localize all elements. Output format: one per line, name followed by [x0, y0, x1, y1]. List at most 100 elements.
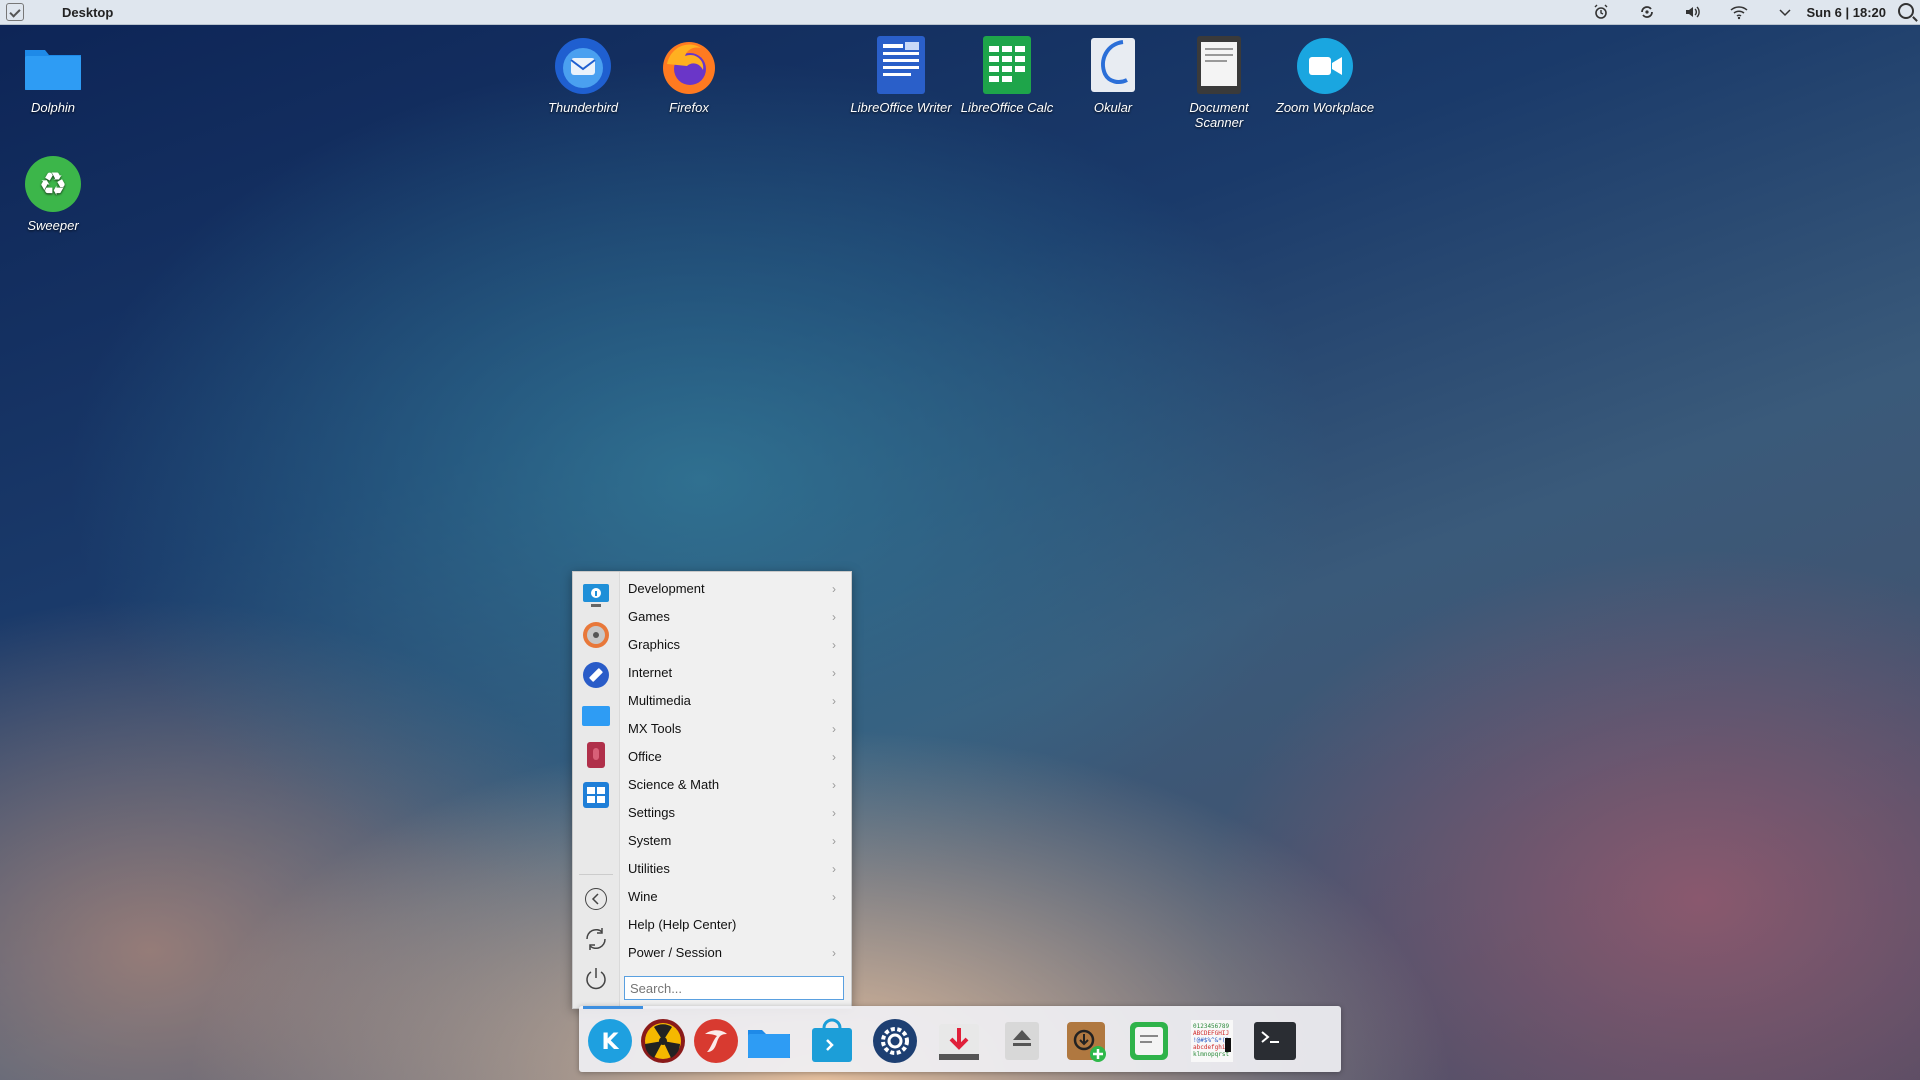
search-icon[interactable]: [1898, 3, 1914, 19]
clock[interactable]: Sun 6 | 18:20: [1806, 5, 1886, 20]
chevron-right-icon: ›: [832, 694, 836, 708]
software-center-icon[interactable]: [809, 1018, 855, 1064]
power-icon[interactable]: [581, 964, 611, 994]
chevron-right-icon: ›: [832, 946, 836, 960]
desktop-icon-label: LibreOffice Writer: [850, 100, 952, 115]
desktop-icon-label: Document Scanner: [1189, 100, 1249, 130]
app-menu-icon[interactable]: [6, 3, 24, 21]
back-icon[interactable]: [581, 884, 611, 914]
menu-item-label: Help (Help Center): [628, 917, 737, 932]
desktop-icon-label: Okular: [1093, 100, 1133, 115]
desktop-icon-dolphin[interactable]: Dolphin: [0, 36, 108, 115]
chevron-right-icon: ›: [832, 610, 836, 624]
writer-icon: [871, 36, 931, 96]
menu-item-label: MX Tools: [628, 721, 682, 736]
menu-item-label: Science & Math: [628, 777, 720, 792]
menu-item-multimedia[interactable]: Multimedia ›: [620, 687, 848, 715]
active-indicator: [583, 1006, 643, 1009]
svg-text:♻: ♻: [39, 165, 68, 203]
menu-item-wine[interactable]: Wine ›: [620, 883, 848, 911]
volume-icon[interactable]: [1682, 3, 1704, 21]
menu-item-games[interactable]: Games ›: [620, 603, 848, 631]
menu-item-office[interactable]: Office ›: [620, 743, 848, 771]
package-installer-icon[interactable]: [1063, 1018, 1109, 1064]
zoom-icon: [1295, 36, 1355, 96]
menu-item-system[interactable]: System ›: [620, 827, 848, 855]
menu-category-list: Development › Games › Graphics › Internet › …: [620, 575, 848, 967]
chevron-right-icon: ›: [832, 778, 836, 792]
menu-item-help[interactable]: Help (Help Center): [620, 911, 848, 939]
taskbar-app-icon[interactable]: [693, 1018, 739, 1064]
desktop-icon-zoom-workplace[interactable]: Zoom Workplace: [1270, 36, 1380, 115]
settings-gear-icon[interactable]: [872, 1018, 918, 1064]
svg-text:klmnopqrst: klmnopqrst: [1193, 1051, 1230, 1058]
menu-item-utilities[interactable]: Utilities ›: [620, 855, 848, 883]
menu-item-power-session[interactable]: Power / Session ›: [620, 939, 848, 967]
desktop-icon-sweeper[interactable]: ♻ Sweeper: [0, 154, 108, 233]
desktop-icon-firefox[interactable]: Firefox: [634, 36, 744, 115]
svg-text:K: K: [601, 1030, 619, 1055]
terminal-icon[interactable]: [1252, 1018, 1298, 1064]
firefox-icon: [659, 36, 719, 96]
calc-icon: [977, 36, 1037, 96]
menu-item-internet[interactable]: Internet ›: [620, 659, 848, 687]
svg-text:abcdefghij: abcdefghij: [1193, 1044, 1229, 1051]
desktop-icon-libreoffice-writer[interactable]: LibreOffice Writer: [846, 36, 956, 115]
menu-item-label: Graphics: [628, 637, 681, 652]
disc-burner-icon[interactable]: [581, 620, 611, 650]
active-window-title: Desktop: [62, 4, 114, 20]
chevron-right-icon: ›: [832, 666, 836, 680]
usb-tool-icon[interactable]: [581, 660, 611, 690]
folder-icon[interactable]: [746, 1018, 792, 1064]
chevron-right-icon: ›: [832, 834, 836, 848]
kde-menu-icon[interactable]: K: [587, 1018, 633, 1064]
downloader-icon[interactable]: [936, 1018, 982, 1064]
menu-item-label: Power / Session: [628, 945, 722, 960]
desktop-icon-label: Thunderbird: [547, 100, 619, 115]
desktop-icon-libreoffice-calc[interactable]: LibreOffice Calc: [952, 36, 1062, 115]
menu-search-input[interactable]: [624, 976, 844, 1000]
scanner-icon: [1189, 36, 1249, 96]
menu-item-label: Settings: [628, 805, 675, 820]
chevron-right-icon: ›: [832, 862, 836, 876]
wifi-icon[interactable]: [1728, 3, 1750, 21]
svg-text:!@#$%^&*(): !@#$%^&*(): [1193, 1037, 1229, 1044]
folder-icon: [23, 36, 83, 96]
desktop-icon-label: Firefox: [669, 100, 709, 115]
system-info-icon[interactable]: [581, 580, 611, 610]
thunderbird-icon: [553, 36, 613, 96]
desktop-icon-document-scanner[interactable]: Document Scanner: [1164, 36, 1274, 130]
menu-favorites-rail: [573, 572, 620, 1008]
desktop-icon-label: Dolphin: [30, 100, 76, 115]
chevron-right-icon: ›: [832, 582, 836, 596]
menu-item-label: Internet: [628, 665, 673, 680]
desktop-icon-label: LibreOffice Calc: [960, 100, 1054, 115]
desktop-icon-okular[interactable]: Okular: [1058, 36, 1168, 115]
notes-icon[interactable]: [1126, 1018, 1172, 1064]
menu-item-label: Utilities: [628, 861, 670, 876]
radiation-icon[interactable]: [640, 1018, 686, 1064]
okular-icon: [1083, 36, 1143, 96]
sync-icon[interactable]: [1636, 3, 1658, 21]
menu-item-mx-tools[interactable]: MX Tools ›: [620, 715, 848, 743]
menu-item-graphics[interactable]: Graphics ›: [620, 631, 848, 659]
chevron-right-icon: ›: [832, 890, 836, 904]
refresh-icon[interactable]: [581, 924, 611, 954]
menu-item-science-math[interactable]: Science & Math ›: [620, 771, 848, 799]
chevron-right-icon: ›: [832, 806, 836, 820]
menu-item-settings[interactable]: Settings ›: [620, 799, 848, 827]
eject-icon[interactable]: [999, 1018, 1045, 1064]
recycle-icon: ♻: [23, 154, 83, 214]
chevron-down-icon[interactable]: [1774, 3, 1796, 21]
system-tray: Sun 6 | 18:20: [1566, 0, 1920, 24]
desktop-icon-thunderbird[interactable]: Thunderbird: [528, 36, 638, 115]
application-menu: Development › Games › Graphics › Internet › …: [572, 571, 852, 1009]
folder-icon[interactable]: [581, 700, 611, 730]
alarm-icon[interactable]: [1590, 3, 1612, 21]
office-app-icon[interactable]: [581, 740, 611, 770]
menu-item-development[interactable]: Development ›: [620, 575, 848, 603]
windows-app-icon[interactable]: [581, 780, 611, 810]
menu-item-label: Development: [628, 581, 705, 596]
font-viewer-icon[interactable]: 0123456789 ABCDEFGHIJ !@#$%^&*() abcdefghij…: [1189, 1018, 1235, 1064]
chevron-right-icon: ›: [832, 750, 836, 764]
